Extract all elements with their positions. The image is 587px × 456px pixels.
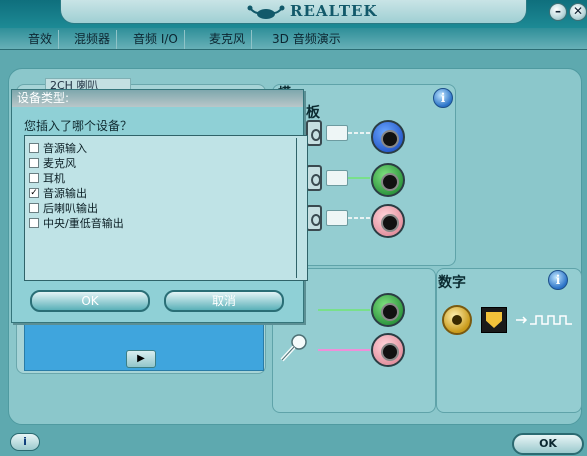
brand-name: REALTEK <box>290 2 378 20</box>
wire-icon <box>348 177 370 179</box>
option-headphone[interactable]: 耳机 <box>29 170 65 185</box>
device-type-dialog: 设备类型: 您插入了哪个设备？ 音源输入 麦克风 耳机 ✓ 音源输出 后喇叭输出 <box>11 89 308 323</box>
tab-audio-io[interactable]: 音频 I/O <box>127 30 185 49</box>
wire-icon <box>348 217 370 219</box>
info-button[interactable]: i <box>10 433 40 451</box>
plug-icon <box>326 170 348 186</box>
speaker-icon <box>306 165 322 191</box>
rear-panel-help-icon[interactable]: i <box>433 88 453 108</box>
microphone-icon <box>280 334 307 362</box>
wire-icon <box>318 309 370 311</box>
option-line-out[interactable]: ✓ 音源输出 <box>29 185 87 200</box>
option-label: 音源输入 <box>43 141 87 155</box>
realtek-crab-icon <box>247 5 285 19</box>
rear-panel-title: 板 <box>306 105 320 121</box>
digital-panel-help-icon[interactable]: i <box>548 270 568 290</box>
option-label: 中央/重低音输出 <box>43 216 124 230</box>
tab-mixer[interactable]: 混频器 <box>68 30 118 49</box>
option-microphone[interactable]: 麦克风 <box>29 155 76 170</box>
checkbox[interactable] <box>29 217 39 228</box>
speaker-icon <box>306 120 322 146</box>
brand-plate: REALTEK <box>60 0 527 24</box>
dialog-title: 设备类型: <box>12 90 303 107</box>
tab-bar: 音效 混频器 音频 I/O 麦克风 3D 音频演示 <box>0 28 587 50</box>
main-ok-button[interactable]: OK <box>512 433 584 455</box>
green-jack[interactable] <box>371 163 405 197</box>
checkbox-checked[interactable]: ✓ <box>29 187 39 198</box>
dialog-cancel-button[interactable]: 取消 <box>164 290 284 312</box>
dialog-question: 您插入了哪个设备？ <box>24 119 133 133</box>
dialog-ok-button[interactable]: OK <box>30 290 150 312</box>
checkbox[interactable] <box>29 172 39 183</box>
checkbox[interactable] <box>29 157 39 168</box>
pink-jack[interactable] <box>371 204 405 238</box>
brand-logo: REALTEK <box>246 0 378 20</box>
tab-3d-audio-demo[interactable]: 3D 音频演示 <box>266 30 347 49</box>
close-button[interactable]: ✕ <box>569 3 587 21</box>
speaker-icon <box>306 205 322 231</box>
digital-panel-title: 数字 <box>438 275 466 291</box>
front-green-jack[interactable] <box>371 293 405 327</box>
blue-jack[interactable] <box>371 120 405 154</box>
minimize-button[interactable]: – <box>549 3 567 21</box>
option-center-subwoofer-out[interactable]: 中央/重低音输出 <box>29 215 124 230</box>
plug-icon <box>326 210 348 226</box>
tab-sound-effects[interactable]: 音效 <box>22 30 60 49</box>
plug-icon <box>326 125 348 141</box>
device-option-list: 音源输入 麦克风 耳机 ✓ 音源输出 后喇叭输出 中央/重低音输出 <box>24 135 308 281</box>
wire-icon <box>348 132 370 134</box>
wire-icon <box>318 349 370 351</box>
option-label: 麦克风 <box>43 156 76 170</box>
option-label: 耳机 <box>43 171 65 185</box>
checkbox[interactable] <box>29 202 39 213</box>
optical-jack-icon[interactable] <box>481 307 507 333</box>
front-pink-jack[interactable] <box>371 333 405 367</box>
play-button[interactable]: ▶ <box>126 350 156 368</box>
device-option-list-inner: 音源输入 麦克风 耳机 ✓ 音源输出 后喇叭输出 中央/重低音输出 <box>27 138 297 278</box>
tab-microphone[interactable]: 麦克风 <box>203 30 253 49</box>
option-label: 音源输出 <box>43 186 87 200</box>
coaxial-jack[interactable] <box>442 305 472 335</box>
title-bar: REALTEK – ✕ <box>0 0 587 28</box>
checkbox[interactable] <box>29 142 39 153</box>
option-label: 后喇叭输出 <box>43 201 98 215</box>
option-rear-speaker-out[interactable]: 后喇叭输出 <box>29 200 98 215</box>
spdif-signal-icon <box>516 315 572 325</box>
option-line-in[interactable]: 音源输入 <box>29 140 87 155</box>
